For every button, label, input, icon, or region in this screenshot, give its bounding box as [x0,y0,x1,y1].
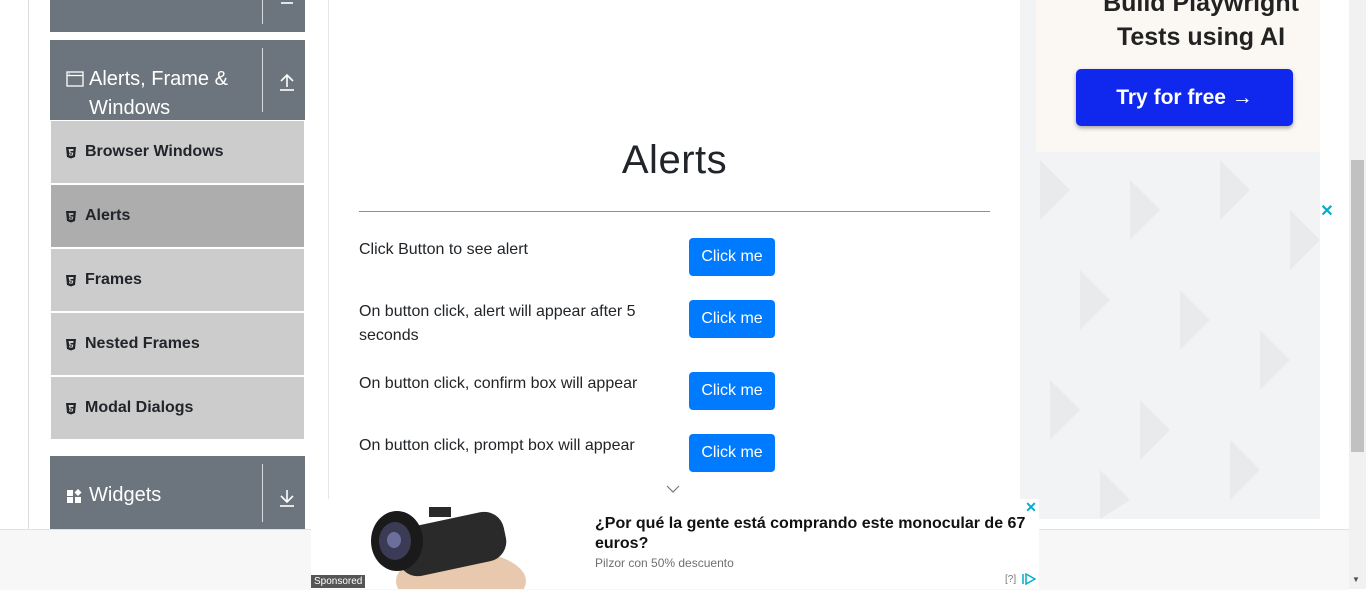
ad-info-link[interactable]: [?] [1005,574,1016,585]
bottom-advertisement[interactable]: ¿Por qué la gente está comprando este mo… [311,499,1039,589]
ad-title-line1: Build Playwright [1103,0,1299,17]
html5-icon [66,338,76,350]
confirm-row-label: On button click, confirm box will appear [359,375,638,392]
download-arrow-icon[interactable] [274,485,300,511]
group-title: Alerts, Frame & Windows [89,68,228,119]
ad-title: Build Playwright Tests using AI [1036,0,1320,54]
sidebar-item-browser-windows[interactable]: Browser Windows [51,121,304,183]
prompt-row-label: On button click, prompt box will appear [359,437,635,454]
close-icon[interactable]: ✕ [1319,204,1335,220]
alert-button[interactable]: Click me [689,238,775,276]
ad-banner: Build Playwright Tests using AI Try for … [1036,0,1320,152]
collapse-icon[interactable] [274,0,300,16]
sidebar-group-alerts-frame-windows[interactable]: Alerts, Frame & Windows [50,40,305,120]
group-toggle-divider [262,48,263,112]
ad-headline[interactable]: ¿Por qué la gente está comprando este mo… [595,514,1035,554]
sidebar-item-frames[interactable]: Frames [51,249,304,311]
html5-icon [66,402,76,414]
alert-row-label: Click Button to see alert [359,241,528,258]
right-advertisement[interactable]: Build Playwright Tests using AI Try for … [1020,0,1320,519]
sidebar-group-previous[interactable] [50,0,305,32]
group-title: Widgets [89,484,162,506]
timer-alert-button[interactable]: Click me [689,300,775,338]
page-left-border [28,0,29,530]
ad-subtext[interactable]: Pilzor con 50% descuento [595,556,734,570]
window-icon [66,71,84,87]
ad-title-line2: Tests using AI [1116,23,1286,51]
confirm-button[interactable]: Click me [689,372,775,410]
sidebar-item-label: Alerts [85,207,131,224]
upload-arrow-icon[interactable] [274,69,300,95]
html5-icon [66,274,76,286]
prompt-button[interactable]: Click me [689,434,775,472]
sidebar-item-label: Modal Dialogs [85,399,194,416]
sidebar-item-nested-frames[interactable]: Nested Frames [51,313,304,375]
group-toggle-divider [262,0,263,24]
html5-icon [66,210,76,222]
try-for-free-button[interactable]: Try for free → [1076,69,1293,126]
widgets-icon [67,489,82,503]
scrollbar-thumb[interactable] [1351,160,1364,452]
sidebar-group-widgets[interactable]: Widgets [50,456,305,530]
page-title: Alerts [621,138,728,182]
sidebar-item-label: Nested Frames [85,335,200,352]
timer-alert-row-label: On button click, alert will appear after… [359,303,636,344]
title-divider [359,211,990,212]
group-toggle-divider [262,464,263,522]
sidebar-item-label: Frames [85,271,142,288]
adchoices-icon[interactable] [1022,573,1036,585]
sidebar-item-label: Browser Windows [85,143,224,160]
sidebar-divider [328,0,329,500]
sidebar-item-alerts[interactable]: Alerts [51,185,304,247]
sidebar-item-modal-dialogs[interactable]: Modal Dialogs [51,377,304,439]
html5-icon [66,146,76,158]
chevron-down-icon[interactable] [666,484,680,494]
close-icon[interactable]: ✕ [1024,500,1038,514]
sponsored-label: Sponsored [311,575,366,588]
scroll-down-arrow-icon[interactable]: ▼ [1352,575,1360,584]
ad-background-pattern [1040,160,1320,519]
